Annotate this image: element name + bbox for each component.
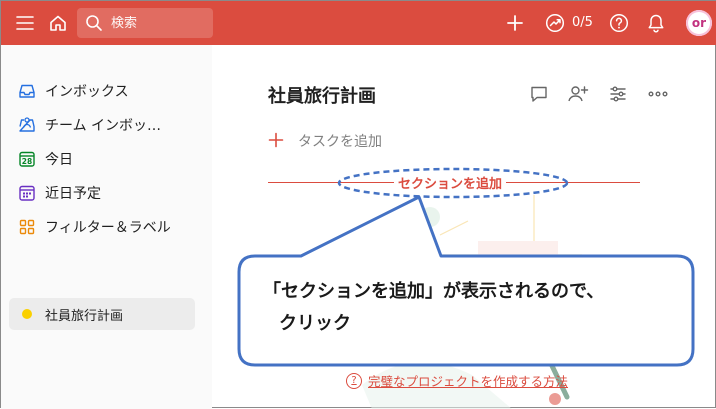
callout-line-2: クリック [279,313,351,334]
callout-text: 「セクションを追加」が表示されるので、 クリック [263,276,693,340]
highlight-ellipse [337,167,569,199]
annotation-overlay [237,167,695,367]
callout-line-1: 「セクションを追加」が表示されるので、 [263,281,605,302]
